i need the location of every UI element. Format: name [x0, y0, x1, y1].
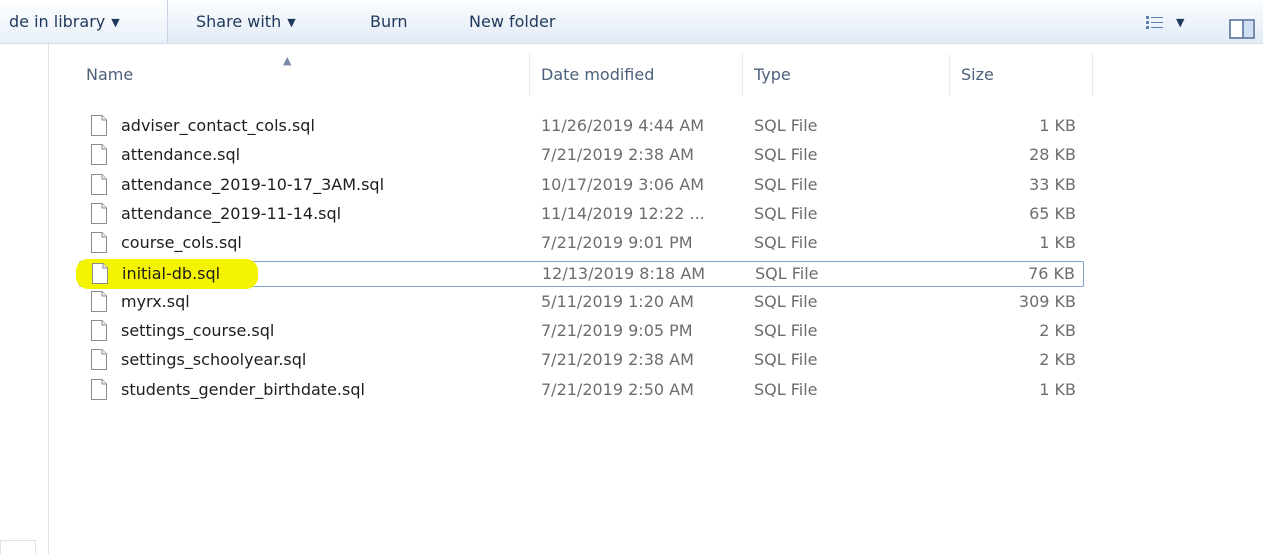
navigation-pane-corner [0, 540, 36, 554]
column-header-size[interactable]: Size [961, 62, 994, 88]
file-row[interactable]: adviser_contact_cols.sql 11/26/2019 4:44 … [79, 114, 1084, 140]
chevron-down-icon: ▼ [1176, 15, 1185, 29]
file-size: 1 KB [1039, 380, 1076, 399]
file-name: adviser_contact_cols.sql [121, 116, 315, 135]
file-type: SQL File [754, 204, 818, 223]
new-folder-button[interactable]: New folder [469, 0, 555, 44]
file-row[interactable]: students_gender_birthdate.sql 7/21/2019 2… [79, 378, 1084, 404]
command-toolbar: de in library ▼ Share with ▼ Burn New fold… [0, 0, 1263, 44]
file-name: settings_course.sql [121, 321, 275, 340]
burn-button[interactable]: Burn [370, 0, 408, 44]
column-divider[interactable] [529, 54, 530, 96]
file-row[interactable]: attendance_2019-11-14.sql 11/14/2019 12:2… [79, 202, 1084, 228]
include-in-library-label: de in library [9, 12, 106, 31]
file-name: attendance.sql [121, 145, 241, 164]
file-date-modified: 11/14/2019 12:22 ... [541, 204, 705, 223]
column-header-row: ▲ Name Date modified Type Size [49, 44, 1263, 106]
file-type: SQL File [755, 264, 819, 283]
file-size: 1 KB [1039, 116, 1076, 135]
preview-pane-button[interactable] [1229, 12, 1257, 39]
file-icon [91, 174, 107, 195]
file-date-modified: 7/21/2019 2:38 AM [541, 145, 694, 164]
column-divider[interactable] [1092, 54, 1093, 96]
file-type: SQL File [754, 321, 818, 340]
file-name: attendance_2019-10-17_3AM.sql [121, 175, 385, 194]
include-in-library-button[interactable]: de in library ▼ [0, 0, 168, 43]
file-name: myrx.sql [121, 292, 190, 311]
file-icon [91, 379, 107, 400]
file-date-modified: 7/21/2019 2:38 AM [541, 350, 694, 369]
file-date-modified: 7/21/2019 9:05 PM [541, 321, 693, 340]
file-size: 76 KB [1028, 264, 1075, 283]
file-row[interactable]: attendance.sql 7/21/2019 2:38 AM SQL File 2… [79, 143, 1084, 169]
file-icon [91, 203, 107, 224]
file-row-selected[interactable]: initial-db.sql 12/13/2019 8:18 AM SQL File… [76, 259, 1084, 289]
column-header-name[interactable]: Name [86, 62, 133, 88]
file-type: SQL File [754, 175, 818, 194]
file-icon [91, 232, 107, 253]
file-type: SQL File [754, 292, 818, 311]
file-name: students_gender_birthdate.sql [121, 380, 365, 399]
preview-pane-icon [1229, 19, 1255, 39]
file-size: 1 KB [1039, 233, 1076, 252]
file-icon [92, 263, 108, 284]
column-header-type[interactable]: Type [754, 62, 791, 88]
column-divider[interactable] [742, 54, 743, 96]
file-date-modified: 5/11/2019 1:20 AM [541, 292, 694, 311]
file-date-modified: 12/13/2019 8:18 AM [542, 264, 706, 283]
change-view-button[interactable]: ▼ [1146, 12, 1184, 32]
views-icon [1146, 15, 1163, 29]
file-size: 28 KB [1029, 145, 1076, 164]
file-size: 309 KB [1018, 292, 1076, 311]
file-size: 33 KB [1029, 175, 1076, 194]
file-date-modified: 7/21/2019 2:50 AM [541, 380, 694, 399]
file-row[interactable]: myrx.sql 5/11/2019 1:20 AM SQL File 309 KB [79, 290, 1084, 316]
file-type: SQL File [754, 380, 818, 399]
file-type: SQL File [754, 116, 818, 135]
file-icon [91, 144, 107, 165]
file-name: initial-db.sql [122, 264, 221, 283]
file-type: SQL File [754, 233, 818, 252]
file-row[interactable]: attendance_2019-10-17_3AM.sql 10/17/2019 … [79, 173, 1084, 199]
sort-ascending-icon: ▲ [283, 54, 292, 67]
file-date-modified: 11/26/2019 4:44 AM [541, 116, 705, 135]
file-date-modified: 7/21/2019 9:01 PM [541, 233, 693, 252]
share-with-label: Share with [196, 12, 282, 31]
file-name: attendance_2019-11-14.sql [121, 204, 342, 223]
file-name: settings_schoolyear.sql [121, 350, 307, 369]
file-type: SQL File [754, 145, 818, 164]
column-header-date-modified[interactable]: Date modified [541, 62, 654, 88]
file-icon [91, 349, 107, 370]
file-icon [91, 320, 107, 341]
file-size: 2 KB [1039, 321, 1076, 340]
share-with-button[interactable]: Share with ▼ [196, 0, 296, 44]
file-row[interactable]: settings_schoolyear.sql 7/21/2019 2:38 AM… [79, 348, 1084, 374]
file-size: 65 KB [1029, 204, 1076, 223]
chevron-down-icon: ▼ [287, 16, 296, 29]
burn-label: Burn [370, 12, 408, 31]
file-size: 2 KB [1039, 350, 1076, 369]
new-folder-label: New folder [469, 12, 556, 31]
file-name: course_cols.sql [121, 233, 242, 252]
chevron-down-icon: ▼ [111, 16, 120, 29]
file-icon [91, 291, 107, 312]
file-row[interactable]: settings_course.sql 7/21/2019 9:05 PM SQL … [79, 319, 1084, 345]
file-row[interactable]: course_cols.sql 7/21/2019 9:01 PM SQL File… [79, 231, 1084, 257]
file-type: SQL File [754, 350, 818, 369]
column-divider[interactable] [949, 54, 950, 96]
file-date-modified: 10/17/2019 3:06 AM [541, 175, 705, 194]
navigation-pane-divider[interactable] [48, 44, 49, 554]
file-icon [91, 115, 107, 136]
